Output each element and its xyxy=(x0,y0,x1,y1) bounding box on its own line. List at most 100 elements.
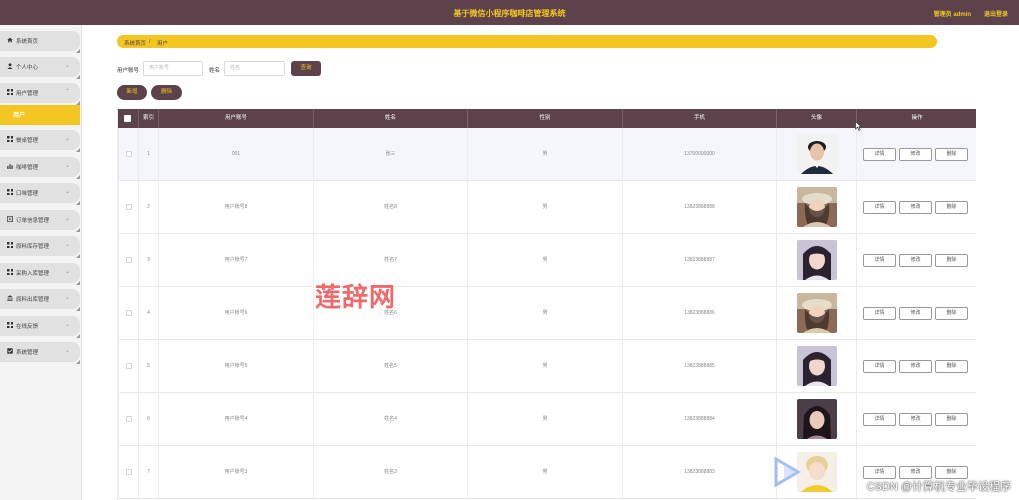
delete-button[interactable]: 删除 xyxy=(935,413,968,426)
breadcrumb: 系统首页 / 用户 xyxy=(117,35,937,48)
avatar-cell xyxy=(776,234,856,287)
index-cell: 1 xyxy=(138,128,158,181)
gender-cell: 男 xyxy=(467,393,622,446)
sidebar-item-feedback[interactable]: 在线反馈 ⌄ xyxy=(0,316,80,338)
detail-button[interactable]: 详情 xyxy=(863,201,896,214)
detail-button[interactable]: 详情 xyxy=(863,148,896,161)
index-cell: 2 xyxy=(138,181,158,234)
sidebar-item-profile[interactable]: 个人中心 ⌄ xyxy=(0,57,80,79)
sidebar-item-stock[interactable]: 原料库存管理 ⌄ xyxy=(0,236,80,258)
sidebar-item-coffee[interactable]: 咖啡管理 ⌄ xyxy=(0,157,80,179)
detail-button[interactable]: 详情 xyxy=(863,307,896,320)
avatar xyxy=(797,134,837,174)
delete-button[interactable]: 删除 xyxy=(935,254,968,267)
column-header-name: 姓名 xyxy=(313,109,467,128)
avatar xyxy=(797,240,837,280)
name-cell: 姓名8 xyxy=(313,181,467,234)
logout-link[interactable]: 退出登录 xyxy=(984,9,1008,18)
name-cell: 姓名3 xyxy=(313,446,467,499)
table-row: 7 用户账号3 姓名3 男 13823888883 详情 修改 删除 xyxy=(118,446,976,499)
row-checkbox[interactable] xyxy=(126,363,132,369)
edit-button[interactable]: 修改 xyxy=(899,307,932,320)
chevron-down-icon: ⌄ xyxy=(64,216,70,222)
account-cell: 用户账号8 xyxy=(158,181,313,234)
detail-button[interactable]: 详情 xyxy=(863,254,896,267)
row-checkbox[interactable] xyxy=(126,151,132,157)
row-checkbox[interactable] xyxy=(126,310,132,316)
sidebar-item-label: 订单信息管理 xyxy=(16,218,50,224)
add-button[interactable]: 新增 xyxy=(117,85,147,100)
actions-cell: 详情 修改 删除 xyxy=(856,234,976,287)
grid-icon xyxy=(7,322,13,328)
sidebar-item-home[interactable]: 系统首页 xyxy=(0,31,80,53)
index-cell: 3 xyxy=(138,234,158,287)
sidebar-item-label: 系统管理 xyxy=(16,350,39,356)
row-checkbox[interactable] xyxy=(126,257,132,263)
grid-icon xyxy=(7,242,13,248)
account-cell: 用户账号5 xyxy=(158,340,313,393)
sidebar-item-label: 系统首页 xyxy=(16,39,39,45)
edit-button[interactable]: 修改 xyxy=(899,254,932,267)
name-search-input[interactable]: 姓名 xyxy=(224,61,285,76)
admin-label[interactable]: 管理员 admin xyxy=(934,9,971,18)
gender-cell: 男 xyxy=(467,234,622,287)
detail-button[interactable]: 详情 xyxy=(863,360,896,373)
select-cell xyxy=(118,128,138,181)
grid-icon xyxy=(7,136,13,142)
batch-delete-button[interactable]: 删除 xyxy=(151,85,182,100)
account-cell: 001 xyxy=(158,128,313,181)
select-cell xyxy=(118,181,138,234)
phone-cell: 13823888885 xyxy=(622,340,776,393)
edit-button[interactable]: 修改 xyxy=(899,413,932,426)
sidebar-item-outbound[interactable]: 原料出库管理 ⌄ xyxy=(0,289,80,311)
sidebar-subitem-users[interactable]: 用户 xyxy=(0,105,80,125)
avatar-cell xyxy=(776,128,856,181)
delete-button[interactable]: 删除 xyxy=(935,307,968,320)
sidebar-item-flavors[interactable]: 口味管理 ⌄ xyxy=(0,183,80,205)
edit-button[interactable]: 修改 xyxy=(899,201,932,214)
phone-cell: 13823888888 xyxy=(622,181,776,234)
name-cell: 姓名5 xyxy=(313,340,467,393)
sidebar-item-system[interactable]: 系统管理 ⌄ xyxy=(0,342,80,364)
sidebar-item-orders[interactable]: 订单信息管理 ⌄ xyxy=(0,210,80,232)
detail-button[interactable]: 详情 xyxy=(863,413,896,426)
account-search-input[interactable]: 用户账号 xyxy=(143,61,203,76)
chevron-down-icon: ⌄ xyxy=(64,269,70,275)
query-button[interactable]: 查询 xyxy=(291,61,321,76)
top-bar: 基于微信小程序咖啡店管理系统 管理员 admin 退出登录 xyxy=(0,0,1019,25)
row-checkbox[interactable] xyxy=(126,469,132,475)
select-all-checkbox[interactable] xyxy=(124,115,131,122)
edit-button[interactable]: 修改 xyxy=(899,360,932,373)
edit-button[interactable]: 修改 xyxy=(899,148,932,161)
sidebar-item-label: 原料出库管理 xyxy=(16,297,50,303)
avatar xyxy=(797,346,837,386)
gender-cell: 男 xyxy=(467,128,622,181)
chevron-down-icon: ⌄ xyxy=(64,242,70,248)
delete-button[interactable]: 删除 xyxy=(935,360,968,373)
avatar-cell xyxy=(776,340,856,393)
delete-button[interactable]: 删除 xyxy=(935,148,968,161)
sidebar-item-users[interactable]: 用户管理 ⌃ xyxy=(0,83,80,105)
sidebar-item-label: 用户管理 xyxy=(16,91,39,97)
table-row: 2 用户账号8 姓名8 男 13823888888 详情 修改 删除 xyxy=(118,181,976,234)
select-all-cell xyxy=(118,109,138,128)
sidebar-item-tables[interactable]: 餐桌管理 ⌄ xyxy=(0,130,80,152)
app-title: 基于微信小程序咖啡店管理系统 xyxy=(453,9,566,18)
column-header-phone: 手机 xyxy=(622,109,776,128)
column-header-gender: 性别 xyxy=(467,109,622,128)
row-checkbox[interactable] xyxy=(126,204,132,210)
delete-button[interactable]: 删除 xyxy=(935,201,968,214)
chevron-down-icon: ⌄ xyxy=(64,163,70,169)
grid-icon xyxy=(7,89,13,95)
avatar-cell xyxy=(776,181,856,234)
index-cell: 5 xyxy=(138,340,158,393)
grid-icon xyxy=(7,189,13,195)
select-cell xyxy=(118,234,138,287)
sidebar-item-purchase[interactable]: 采购入库管理 ⌄ xyxy=(0,263,80,285)
actions-cell: 详情 修改 删除 xyxy=(856,128,976,181)
chevron-up-icon: ⌃ xyxy=(64,89,70,95)
breadcrumb-home[interactable]: 系统首页 xyxy=(124,39,146,47)
row-checkbox[interactable] xyxy=(126,416,132,422)
chevron-down-icon: ⌄ xyxy=(64,348,70,354)
sidebar-item-label: 餐桌管理 xyxy=(16,138,39,144)
